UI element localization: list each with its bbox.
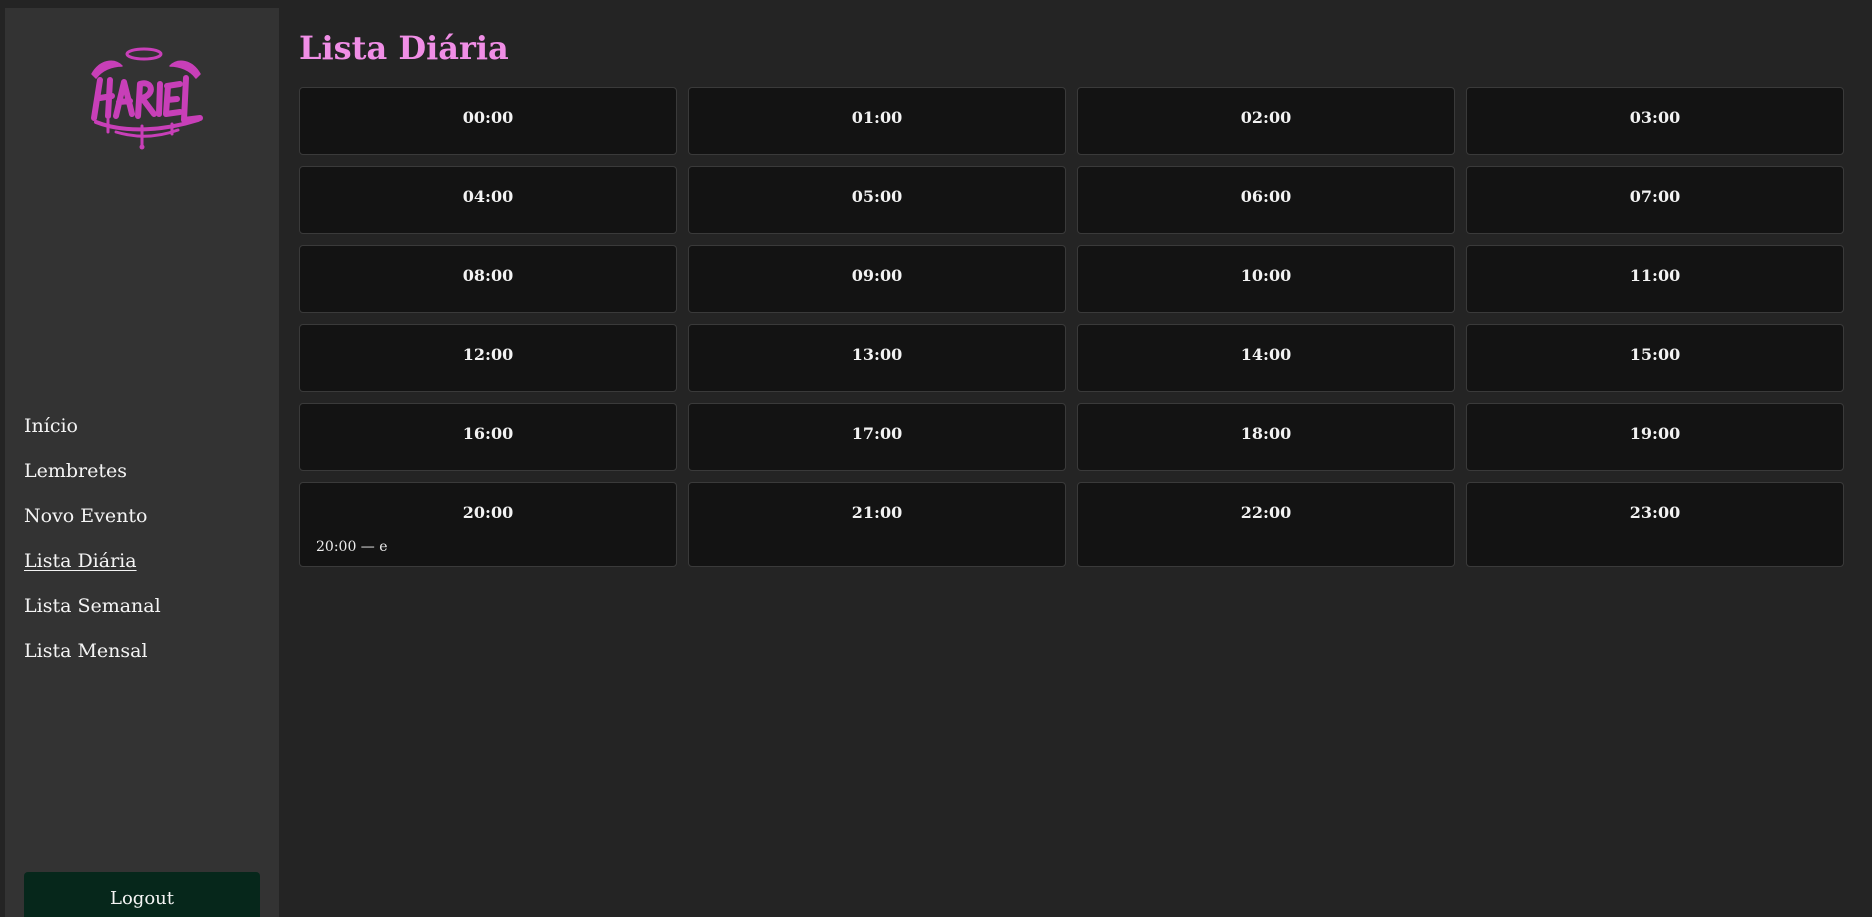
hour-label: 00:00 xyxy=(462,108,514,127)
hour-slot[interactable]: 23:00 xyxy=(1466,482,1844,567)
hour-slot[interactable]: 12:00 xyxy=(299,324,677,392)
hour-slot[interactable]: 01:00 xyxy=(688,87,1066,155)
logo-graffiti-icon xyxy=(91,47,203,150)
logo xyxy=(86,46,206,150)
hour-slot[interactable]: 21:00 xyxy=(688,482,1066,567)
hour-label: 14:00 xyxy=(1240,345,1292,364)
sidebar: Início Lembretes Novo Evento Lista Diári… xyxy=(5,8,279,917)
hour-label: 15:00 xyxy=(1629,345,1681,364)
hour-label: 08:00 xyxy=(462,266,514,285)
hour-slot[interactable]: 10:00 xyxy=(1077,245,1455,313)
page-title: Lista Diária xyxy=(299,29,509,67)
hour-slot[interactable]: 00:00 xyxy=(299,87,677,155)
hour-slot[interactable]: 17:00 xyxy=(688,403,1066,471)
hour-slot[interactable]: 14:00 xyxy=(1077,324,1455,392)
hour-label: 04:00 xyxy=(462,187,514,206)
logout-button[interactable]: Logout xyxy=(24,872,260,917)
hour-label: 16:00 xyxy=(462,424,514,443)
hour-label: 19:00 xyxy=(1629,424,1681,443)
hour-slot[interactable]: 08:00 xyxy=(299,245,677,313)
hour-label: 12:00 xyxy=(462,345,514,364)
hour-label: 05:00 xyxy=(851,187,903,206)
hour-slot[interactable]: 03:00 xyxy=(1466,87,1844,155)
hour-slot[interactable]: 22:00 xyxy=(1077,482,1455,567)
nav-item-lembretes[interactable]: Lembretes xyxy=(24,449,161,494)
hour-slot[interactable]: 06:00 xyxy=(1077,166,1455,234)
hour-label: 17:00 xyxy=(851,424,903,443)
hour-label: 09:00 xyxy=(851,266,903,285)
hour-label: 21:00 xyxy=(851,503,903,522)
hour-label: 06:00 xyxy=(1240,187,1292,206)
hour-slot[interactable]: 11:00 xyxy=(1466,245,1844,313)
hour-slot[interactable]: 02:00 xyxy=(1077,87,1455,155)
hour-slot[interactable]: 15:00 xyxy=(1466,324,1844,392)
hour-slot[interactable]: 09:00 xyxy=(688,245,1066,313)
hour-label: 20:00 xyxy=(462,503,514,522)
hour-label: 13:00 xyxy=(851,345,903,364)
hour-label: 11:00 xyxy=(1629,266,1681,285)
nav-item-lista-diaria[interactable]: Lista Diária xyxy=(24,539,161,584)
hour-label: 07:00 xyxy=(1629,187,1681,206)
hour-slot[interactable]: 16:00 xyxy=(299,403,677,471)
hour-slot[interactable]: 05:00 xyxy=(688,166,1066,234)
hour-slot[interactable]: 19:00 xyxy=(1466,403,1844,471)
app-root: Início Lembretes Novo Evento Lista Diári… xyxy=(0,0,1872,917)
hour-slot[interactable]: 04:00 xyxy=(299,166,677,234)
nav-item-inicio[interactable]: Início xyxy=(24,404,161,449)
nav-item-lista-mensal[interactable]: Lista Mensal xyxy=(24,629,161,674)
hour-label: 03:00 xyxy=(1629,108,1681,127)
hour-label: 18:00 xyxy=(1240,424,1292,443)
hour-label: 02:00 xyxy=(1240,108,1292,127)
hour-slot[interactable]: 13:00 xyxy=(688,324,1066,392)
hour-label: 22:00 xyxy=(1240,503,1292,522)
nav-item-lista-semanal[interactable]: Lista Semanal xyxy=(24,584,161,629)
hour-label: 10:00 xyxy=(1240,266,1292,285)
sidebar-nav: Início Lembretes Novo Evento Lista Diári… xyxy=(24,404,161,674)
hour-slot[interactable]: 20:00 20:00 — e xyxy=(299,482,677,567)
hour-grid: 00:00 01:00 02:00 03:00 04:00 05:00 06:00 07:00… xyxy=(299,87,1844,567)
event-list: 20:00 — e xyxy=(300,538,676,556)
hour-slot[interactable]: 18:00 xyxy=(1077,403,1455,471)
hour-label: 23:00 xyxy=(1629,503,1681,522)
hour-slot[interactable]: 07:00 xyxy=(1466,166,1844,234)
nav-item-novo-evento[interactable]: Novo Evento xyxy=(24,494,161,539)
hour-label: 01:00 xyxy=(851,108,903,127)
event-item[interactable]: 20:00 — e xyxy=(316,538,676,556)
